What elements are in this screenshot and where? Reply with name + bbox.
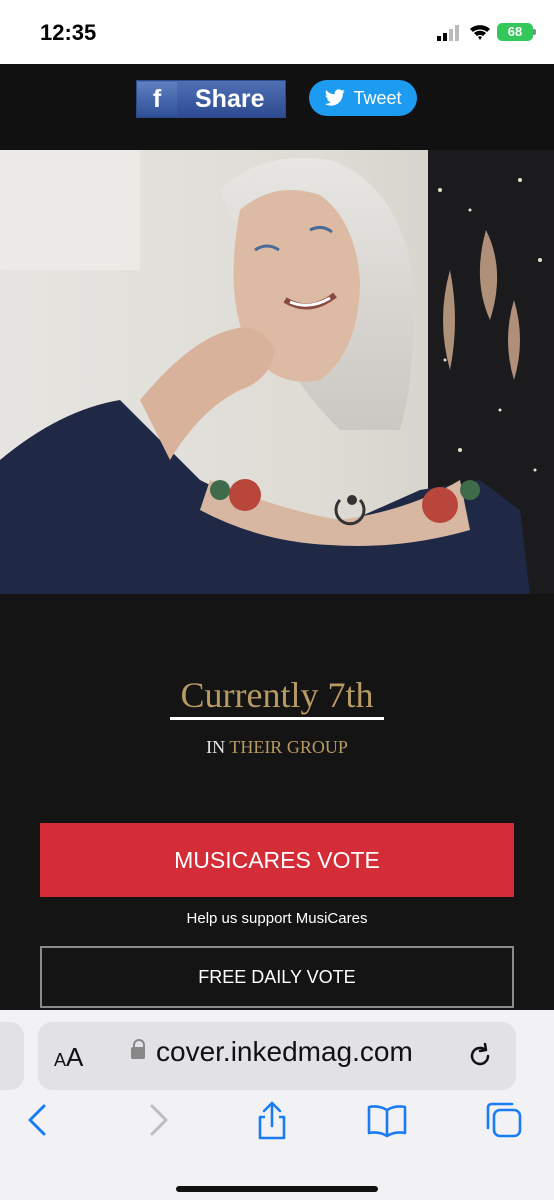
- previous-tab-edge[interactable]: [0, 1022, 24, 1090]
- aa-large: A: [66, 1042, 84, 1072]
- twitter-bird-icon: [325, 89, 346, 106]
- page-settings-button[interactable]: AA: [54, 1042, 83, 1073]
- tabs-icon[interactable]: [482, 1098, 526, 1142]
- back-icon[interactable]: [16, 1098, 60, 1142]
- social-share-bar: f Share Tweet: [0, 64, 554, 150]
- aa-small: A: [54, 1050, 67, 1070]
- battery-cap: [533, 29, 536, 35]
- address-bar[interactable]: AA cover.inkedmag.com: [38, 1022, 516, 1090]
- facebook-share-label: Share: [195, 84, 265, 113]
- contestant-photo: [0, 150, 554, 594]
- ranking-underline: [170, 717, 384, 720]
- facebook-icon: f: [137, 82, 177, 116]
- musicares-help-text: Help us support MusiCares: [186, 910, 368, 927]
- ranking-group-text: IN THEIR GROUP: [0, 737, 554, 758]
- lock-icon: [131, 1039, 145, 1059]
- contestant-photo-illustration: [0, 150, 554, 594]
- group-suffix: THEIR GROUP: [229, 737, 348, 757]
- free-daily-vote-button[interactable]: FREE DAILY VOTE: [40, 946, 514, 1008]
- tweet-label: Tweet: [353, 87, 402, 108]
- tweet-button[interactable]: Tweet: [309, 80, 417, 116]
- reload-icon[interactable]: [464, 1040, 496, 1072]
- web-page: f Share Tweet Currently 7th IN THEIR GRO…: [0, 64, 554, 1010]
- url-text[interactable]: cover.inkedmag.com: [156, 1036, 413, 1068]
- musicares-vote-button[interactable]: MUSICARES VOTE: [40, 823, 514, 897]
- home-indicator: [176, 1186, 378, 1192]
- facebook-share-button[interactable]: f Share: [136, 80, 286, 118]
- wifi-icon: [470, 25, 490, 40]
- browser-toolbar: [0, 1092, 554, 1156]
- forward-icon[interactable]: [136, 1098, 180, 1142]
- bookmarks-icon[interactable]: [365, 1098, 409, 1142]
- battery-icon: 68: [497, 23, 533, 41]
- ranking-title: Currently 7th: [180, 675, 374, 715]
- status-bar: 12:35 68: [0, 0, 554, 64]
- share-icon[interactable]: [250, 1098, 294, 1142]
- group-prefix: IN: [206, 737, 226, 757]
- clock: 12:35: [40, 20, 97, 45]
- browser-chrome: AA cover.inkedmag.com: [0, 1010, 554, 1200]
- signal-icon: [437, 25, 459, 41]
